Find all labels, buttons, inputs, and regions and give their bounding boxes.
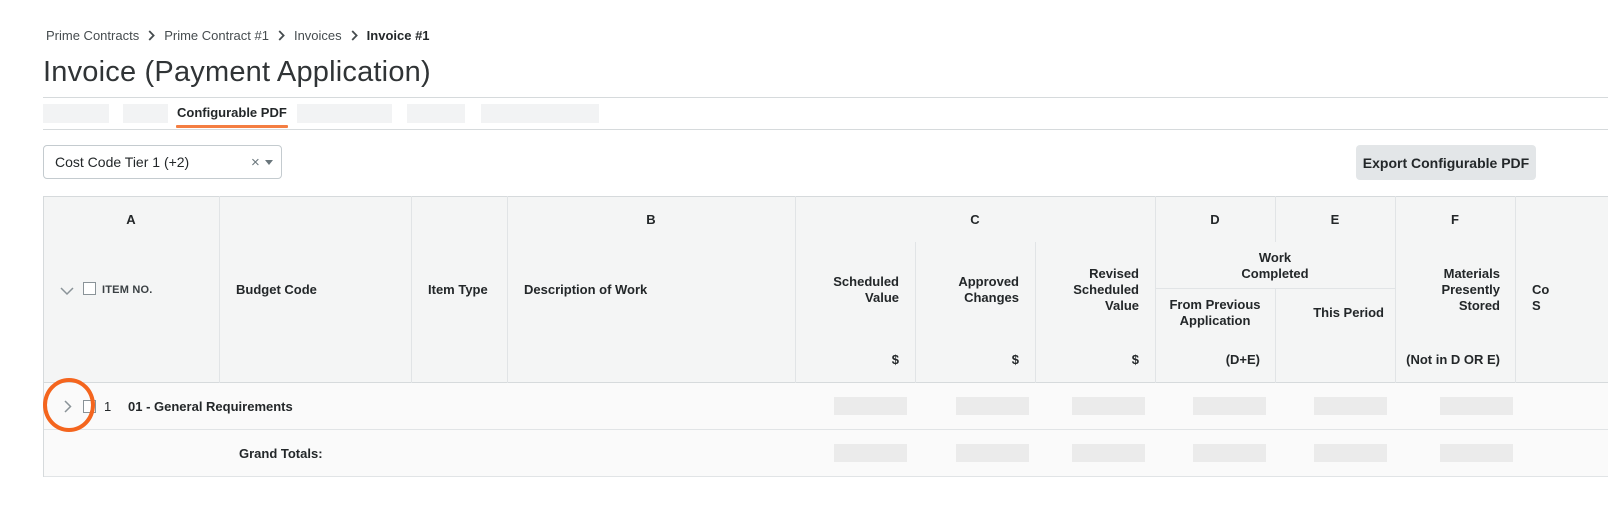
header-materials-line-1: Materials bbox=[1443, 266, 1500, 281]
header-scheduled-line-2: Value bbox=[865, 290, 899, 305]
header-from-previous-line-1: From Previous bbox=[1169, 297, 1261, 312]
chevron-right-icon bbox=[278, 30, 285, 41]
loading-placeholder bbox=[1193, 397, 1266, 415]
header-approved-line-2: Changes bbox=[964, 290, 1019, 305]
caret-down-icon[interactable] bbox=[265, 160, 273, 165]
loading-placeholder bbox=[1072, 444, 1145, 462]
loading-placeholder bbox=[1440, 397, 1513, 415]
header-revised-line-3: Value bbox=[1105, 298, 1139, 313]
header-next-line-2: S bbox=[1532, 298, 1541, 313]
invoice-table: A B C D E F ITEM NO. Budget Code Item Ty… bbox=[43, 196, 1608, 477]
grid-border-left bbox=[43, 196, 44, 477]
title-divider bbox=[43, 97, 1608, 98]
chevron-right-icon bbox=[148, 30, 156, 41]
col-letter-a: A bbox=[126, 212, 136, 227]
expand-all-chevron-icon[interactable] bbox=[60, 283, 74, 301]
tab-placeholder-1[interactable] bbox=[43, 104, 109, 123]
header-materials-presently-stored[interactable]: Materials Presently Stored bbox=[1395, 266, 1500, 314]
header-work-completed: Work Completed bbox=[1155, 250, 1395, 282]
header-materials-line-3: Stored bbox=[1458, 298, 1500, 313]
header-work-completed-line-1: Work bbox=[1258, 250, 1292, 265]
unit-revised: $ bbox=[1131, 352, 1139, 367]
header-budget-code[interactable]: Budget Code bbox=[236, 282, 317, 298]
header-from-previous-application[interactable]: From Previous Application bbox=[1155, 297, 1275, 329]
col-letter-f: F bbox=[1451, 212, 1459, 227]
breadcrumb-invoice-1: Invoice #1 bbox=[366, 28, 430, 43]
header-revised-line-1: Revised bbox=[1089, 266, 1139, 281]
col-letter-e: E bbox=[1330, 212, 1340, 227]
header-revised-line-2: Scheduled bbox=[1073, 282, 1139, 297]
col-letter-d: D bbox=[1210, 212, 1220, 227]
filter-value: Cost Code Tier 1 (+2) bbox=[55, 154, 190, 170]
breadcrumb-invoices[interactable]: Invoices bbox=[294, 28, 342, 43]
cost-code-filter-select[interactable]: Cost Code Tier 1 (+2) × bbox=[43, 145, 282, 179]
header-item-type[interactable]: Item Type bbox=[428, 282, 488, 298]
row-item-no: 1 bbox=[104, 399, 112, 414]
row-checkbox[interactable] bbox=[83, 400, 96, 413]
header-approved-changes[interactable]: Approved Changes bbox=[915, 274, 1019, 306]
expand-row-chevron-icon[interactable] bbox=[64, 400, 72, 418]
header-revised-scheduled-value[interactable]: Revised Scheduled Value bbox=[1035, 266, 1139, 314]
active-tab-indicator bbox=[176, 125, 288, 128]
header-next-line-1: Co bbox=[1532, 282, 1550, 297]
page-title: Invoice (Payment Application) bbox=[43, 56, 431, 88]
header-materials-line-2: Presently bbox=[1441, 282, 1500, 297]
col-letter-b: B bbox=[646, 212, 656, 227]
select-all-checkbox[interactable] bbox=[83, 282, 96, 295]
header-description[interactable]: Description of Work bbox=[524, 282, 647, 298]
tab-placeholder-4[interactable] bbox=[407, 104, 465, 123]
loading-placeholder bbox=[1314, 397, 1387, 415]
tab-placeholder-5[interactable] bbox=[481, 104, 599, 123]
chevron-right-icon bbox=[351, 30, 358, 41]
loading-placeholder bbox=[1072, 397, 1145, 415]
col-divider bbox=[219, 196, 220, 383]
tab-placeholder-2[interactable] bbox=[123, 104, 168, 123]
breadcrumb-prime-contracts[interactable]: Prime Contracts bbox=[46, 28, 139, 43]
header-from-previous-line-2: Application bbox=[1179, 313, 1251, 328]
row-budget-code: 01 - General Requirements bbox=[128, 399, 293, 414]
loading-placeholder bbox=[1193, 444, 1266, 462]
tab-placeholder-3[interactable] bbox=[297, 104, 392, 123]
breadcrumb-prime-contract-1[interactable]: Prime Contract #1 bbox=[164, 28, 269, 43]
breadcrumb: Prime Contracts Prime Contract #1 Invoic… bbox=[46, 28, 430, 43]
tab-configurable-pdf[interactable]: Configurable PDF bbox=[176, 105, 288, 128]
unit-approved: $ bbox=[1011, 352, 1019, 367]
loading-placeholder bbox=[834, 444, 907, 462]
tab-bar: Configurable PDF bbox=[43, 104, 1608, 129]
header-scheduled-value[interactable]: Scheduled Value bbox=[795, 274, 899, 306]
unit-scheduled: $ bbox=[891, 352, 899, 367]
header-item-no[interactable]: ITEM NO. bbox=[102, 284, 153, 296]
loading-placeholder bbox=[956, 397, 1029, 415]
loading-placeholder bbox=[834, 397, 907, 415]
loading-placeholder bbox=[1440, 444, 1513, 462]
header-approved-line-1: Approved bbox=[958, 274, 1019, 289]
tab-configurable-pdf-label: Configurable PDF bbox=[177, 105, 287, 120]
loading-placeholder bbox=[956, 444, 1029, 462]
header-this-period[interactable]: This Period bbox=[1275, 305, 1384, 321]
clear-icon[interactable]: × bbox=[251, 154, 260, 171]
header-work-completed-line-2: Completed bbox=[1241, 266, 1309, 281]
grand-totals-label: Grand Totals: bbox=[239, 446, 323, 461]
header-next-column-partial[interactable]: Co S bbox=[1532, 282, 1549, 314]
col-letter-c: C bbox=[970, 212, 980, 227]
loading-placeholder bbox=[1314, 444, 1387, 462]
col-divider bbox=[1275, 288, 1276, 383]
unit-d: (D+E) bbox=[1225, 352, 1260, 367]
header-scheduled-line-1: Scheduled bbox=[833, 274, 899, 289]
tabs-divider bbox=[43, 129, 1608, 130]
col-divider bbox=[411, 196, 412, 383]
col-divider bbox=[1515, 196, 1516, 383]
work-completed-subdivider bbox=[1155, 288, 1395, 289]
unit-f: (Not in D OR E) bbox=[1406, 352, 1500, 367]
export-configurable-pdf-button[interactable]: Export Configurable PDF bbox=[1356, 145, 1536, 180]
